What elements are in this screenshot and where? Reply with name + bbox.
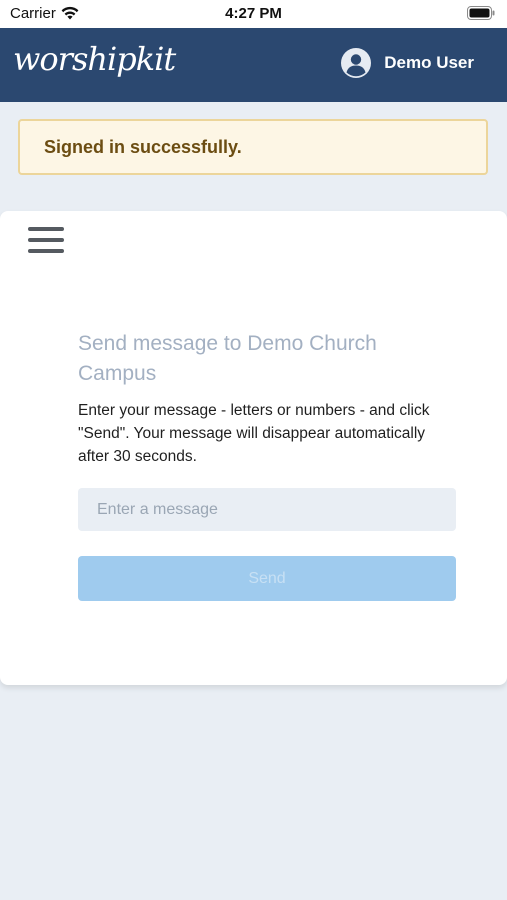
- battery-icon: [467, 6, 495, 20]
- hamburger-menu-icon[interactable]: [28, 227, 64, 253]
- flash-alert: Signed in successfully.: [18, 119, 488, 175]
- menu-line: [28, 249, 64, 253]
- message-input[interactable]: [78, 488, 456, 531]
- menu-line: [28, 238, 64, 242]
- status-time: 4:27 PM: [225, 5, 282, 22]
- menu-line: [28, 227, 64, 231]
- user-menu[interactable]: Demo User: [341, 48, 474, 78]
- message-card: Send message to Demo Church Campus Enter…: [0, 211, 507, 685]
- app-logo[interactable]: worshipkit: [13, 40, 176, 78]
- user-avatar-icon: [341, 48, 372, 78]
- user-name: Demo User: [384, 53, 474, 72]
- app-header: worshipkit Demo User: [0, 28, 507, 102]
- flash-message: Signed in successfully.: [44, 136, 242, 157]
- form-title: Send message to Demo Church Campus: [78, 332, 377, 385]
- status-bar: Carrier 4:27 PM: [0, 0, 507, 28]
- form-help-text: Enter your message - letters or numbers …: [78, 402, 430, 465]
- message-form: Send message to Demo Church Campus Enter…: [78, 329, 456, 601]
- send-button[interactable]: Send: [78, 556, 456, 601]
